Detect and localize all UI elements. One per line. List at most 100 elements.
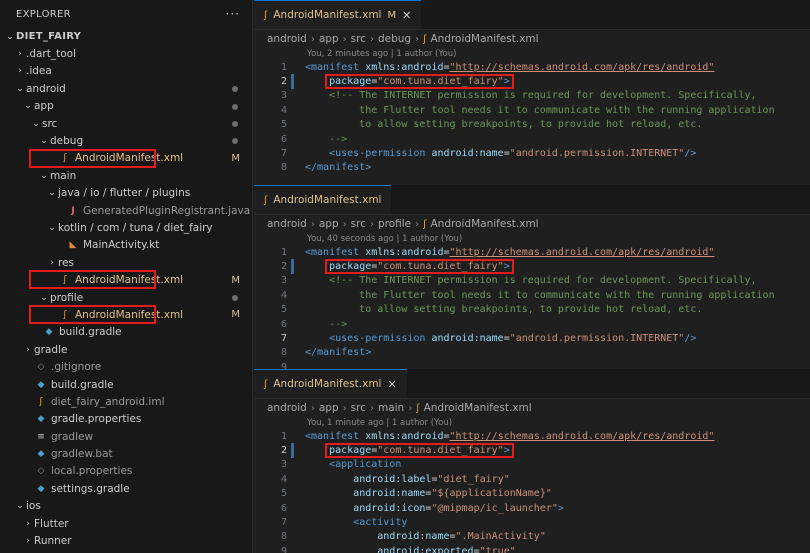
tree-file[interactable]: ◆ gradlew.bat: [0, 445, 252, 462]
tree-folder[interactable]: › Flutter: [0, 515, 252, 532]
git-blame-lens[interactable]: You, 1 minute ago | 1 author (You): [254, 417, 810, 429]
tree-folder[interactable]: ⌄ kotlin / com / tuna / diet_fairy: [0, 219, 252, 236]
tree-folder[interactable]: › .idea: [0, 63, 252, 80]
tree-folder[interactable]: ⌄ DIET_FAIRY: [0, 28, 252, 45]
code-text: android:name=".MainActivity": [305, 531, 546, 542]
explorer-header: EXPLORER ···: [0, 0, 252, 28]
code-editor[interactable]: 1 <manifest xmlns:android="http://schemas…: [254, 60, 810, 175]
code-editor[interactable]: 1 <manifest xmlns:android="http://schemas…: [254, 429, 810, 553]
breadcrumb-item[interactable]: AndroidManifest.xml: [430, 33, 538, 45]
tree-file[interactable]: ◆ gradle.properties: [0, 411, 252, 428]
tree-folder[interactable]: ⌄ debug: [0, 132, 252, 149]
tree-folder[interactable]: ⌄ src: [0, 115, 252, 132]
chevron-right-icon: ›: [310, 402, 315, 414]
code-line: 5 android:name="${applicationName}": [254, 487, 810, 501]
breadcrumb-item[interactable]: app: [319, 33, 339, 45]
tree-file[interactable]: ◆ settings.gradle: [0, 480, 252, 497]
line-number: 4: [280, 289, 287, 301]
code-text: </manifest>: [305, 162, 371, 173]
tree-file[interactable]: ◣ MainActivity.kt: [0, 237, 252, 254]
code-text: android:icon="@mipmap/ic_launcher">: [305, 503, 564, 514]
tree-folder[interactable]: ⌄ app: [0, 98, 252, 115]
tree-item-label: AndroidManifest.xml: [75, 274, 184, 287]
tree-folder[interactable]: ⌄ main: [0, 167, 252, 184]
tab-android-manifest[interactable]: ʃ AndroidManifest.xml: [254, 185, 392, 214]
tree-folder[interactable]: › .dart_tool: [0, 45, 252, 62]
tree-item-label: debug: [50, 135, 84, 148]
tab-android-manifest[interactable]: ʃ AndroidManifest.xml ✕: [254, 369, 407, 398]
tree-file[interactable]: ʃ AndroidManifest.xml M: [0, 150, 252, 167]
line-number: 6: [280, 133, 287, 145]
xml-file-icon: ʃ: [63, 153, 67, 164]
code-token: package: [329, 445, 372, 457]
code-editor[interactable]: 1 <manifest xmlns:android="http://schemas…: [254, 245, 810, 369]
code-line: 7 <uses-permission android:name="android…: [254, 146, 810, 160]
tree-file[interactable]: ◇ .gitignore: [0, 358, 252, 375]
line-number: 4: [280, 473, 287, 485]
code-text: <!-- The INTERNET permission is required…: [305, 90, 756, 101]
breadcrumb-item[interactable]: profile: [378, 218, 411, 230]
modified-dot-icon: [232, 294, 238, 301]
more-actions-icon[interactable]: ···: [226, 7, 240, 21]
breadcrumb-item[interactable]: AndroidManifest.xml: [431, 218, 539, 230]
tree-file[interactable]: ʃ diet_fairy_android.iml: [0, 393, 252, 410]
breadcrumb-item[interactable]: src: [351, 402, 366, 414]
tree-file[interactable]: ʃ AndroidManifest.xml M: [0, 306, 252, 323]
line-number: 7: [280, 148, 287, 160]
chevron-down-icon: ⌄: [16, 83, 24, 94]
git-blame-lens[interactable]: You, 2 minutes ago | 1 author (You): [254, 48, 810, 60]
breadcrumb-item[interactable]: debug: [378, 33, 411, 45]
breadcrumb-item[interactable]: android: [267, 218, 307, 230]
code-line: 4 android:label="diet_fairy": [254, 472, 810, 486]
code-token: android:label: [353, 473, 432, 485]
code-text: <manifest xmlns:android="http://schemas.…: [305, 247, 714, 258]
tree-item-label: Runner: [34, 535, 72, 548]
breadcrumb-item[interactable]: android: [267, 33, 307, 45]
tree-folder[interactable]: ⌄ java / io / flutter / plugins: [0, 185, 252, 202]
code-token: "android.permission.INTERNET": [509, 148, 685, 160]
editor-pane: ʃ AndroidManifest.xml M ✕ android › app › src › de…: [254, 0, 810, 185]
breadcrumb-item[interactable]: app: [319, 402, 339, 414]
tree-folder[interactable]: › gradle: [0, 341, 252, 358]
tab-android-manifest[interactable]: ʃ AndroidManifest.xml M ✕: [254, 0, 422, 29]
tree-file[interactable]: ʃ AndroidManifest.xml M: [0, 271, 252, 288]
code-text: <manifest xmlns:android="http://schemas.…: [305, 62, 714, 73]
code-token: >: [503, 445, 510, 457]
breadcrumb-item[interactable]: app: [319, 218, 339, 230]
code-line: 4 the Flutter tool needs it to communica…: [254, 288, 810, 302]
line-number: 5: [280, 119, 287, 131]
tree-file[interactable]: ◆ build.gradle: [0, 376, 252, 393]
tree-folder[interactable]: › res: [0, 254, 252, 271]
code-token: android:name: [431, 148, 504, 160]
git-blame-lens[interactable]: You, 40 seconds ago | 1 author (You): [254, 233, 810, 245]
gradle-icon: ◆: [37, 379, 45, 390]
tree-folder[interactable]: ⌄ android: [0, 80, 252, 97]
tree-item-label: settings.gradle: [51, 482, 130, 495]
breadcrumb-item[interactable]: main: [378, 402, 404, 414]
tree-file[interactable]: ◇ local.properties: [0, 463, 252, 480]
tree-folder[interactable]: ⌄ ios: [0, 498, 252, 515]
code-token: the Flutter tool needs it to communicate…: [305, 104, 775, 116]
breadcrumb-item[interactable]: android: [267, 402, 307, 414]
close-icon[interactable]: ✕: [402, 9, 411, 22]
code-token: <manifest: [305, 430, 366, 442]
xml-file-icon: ʃ: [423, 218, 427, 230]
git-modified-badge: M: [231, 152, 240, 164]
tree-folder[interactable]: ⌄ profile: [0, 289, 252, 306]
close-icon[interactable]: ✕: [387, 378, 396, 391]
code-text: package="com.tuna.diet_fairy">: [305, 76, 510, 87]
breadcrumb-item[interactable]: src: [351, 218, 366, 230]
tree-folder[interactable]: › Runner: [0, 532, 252, 549]
code-line: 2 package="com.tuna.diet_fairy">: [254, 259, 810, 274]
explorer-sidebar: EXPLORER ··· ⌄ DIET_FAIRY › .dart_tool › .ide…: [0, 0, 253, 553]
breadcrumb-item[interactable]: src: [351, 33, 366, 45]
tab-label: AndroidManifest.xml: [273, 9, 382, 21]
tree-file[interactable]: ◆ build.gradle: [0, 324, 252, 341]
tree-file[interactable]: J GeneratedPluginRegistrant.java: [0, 202, 252, 219]
tree-file[interactable]: ≡ gradlew: [0, 428, 252, 445]
breadcrumb-item[interactable]: AndroidManifest.xml: [424, 402, 532, 414]
tab-label: AndroidManifest.xml: [273, 378, 382, 390]
